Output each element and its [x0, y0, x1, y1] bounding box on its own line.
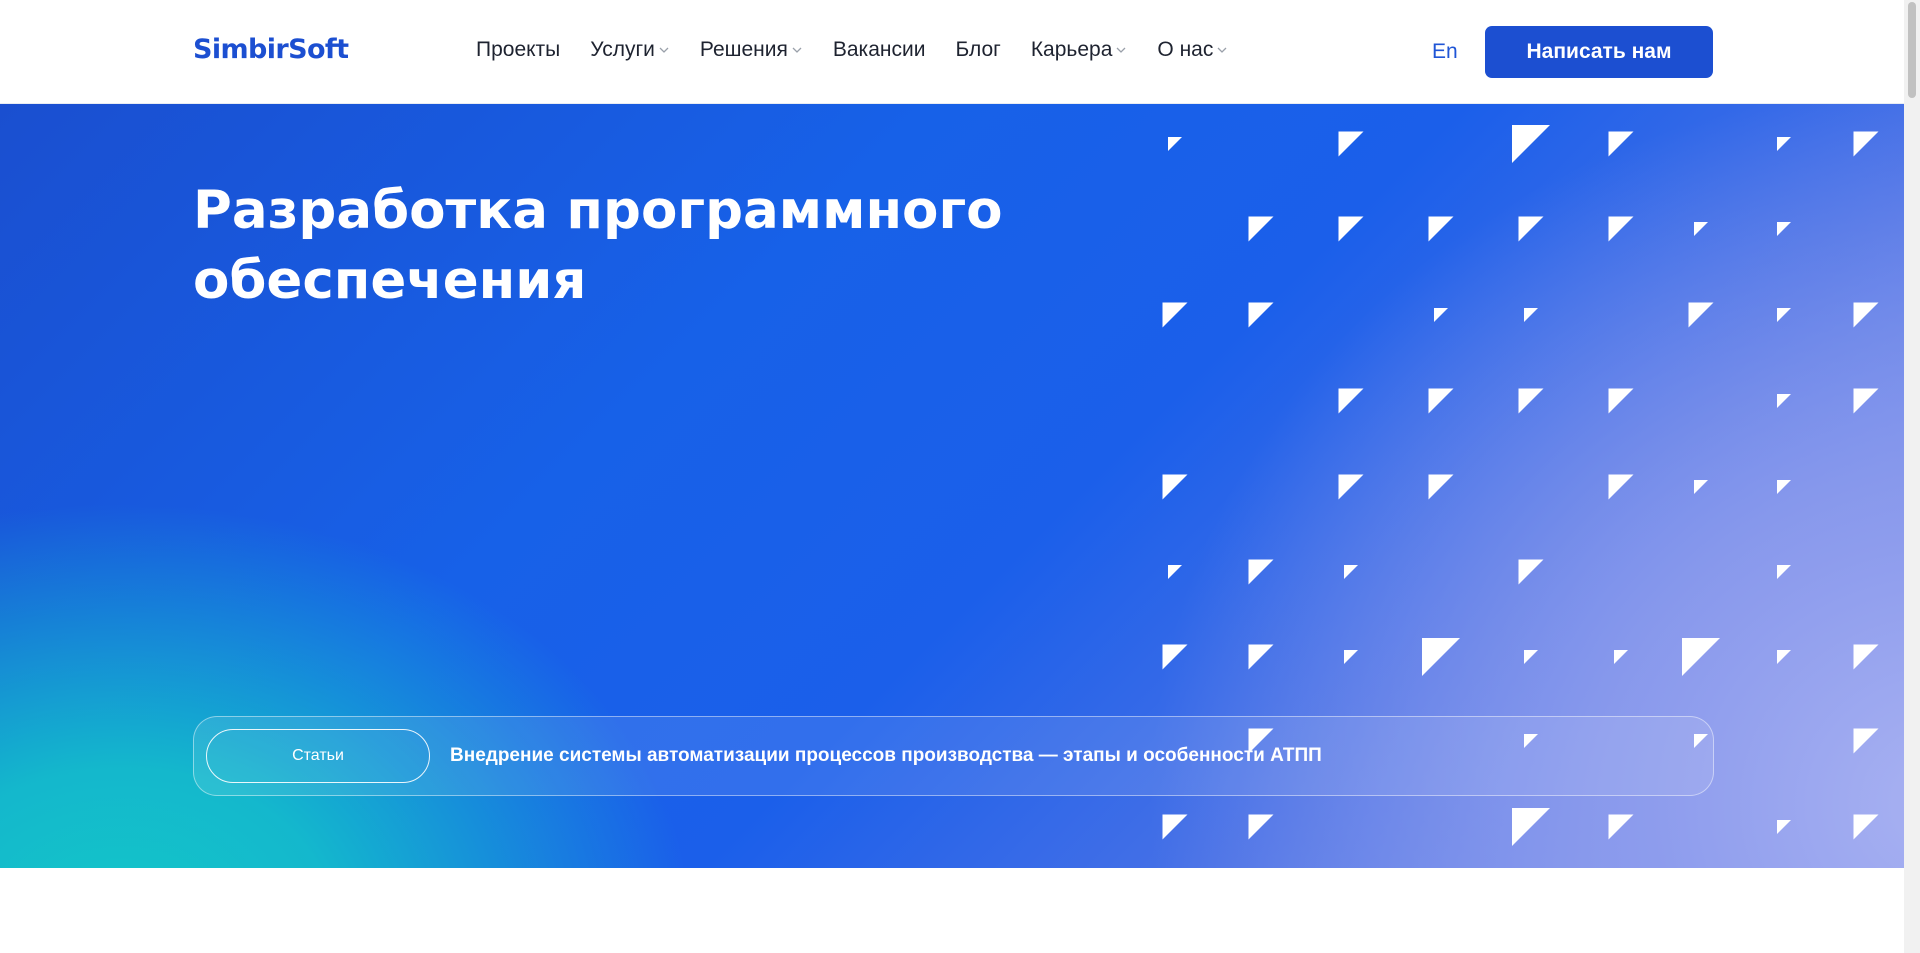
triangle-shape: [1422, 638, 1460, 676]
news-tag-button[interactable]: Статьи: [206, 729, 430, 783]
triangle-shape: [1248, 814, 1274, 840]
triangle-shape: [1694, 222, 1708, 236]
news-link[interactable]: Внедрение системы автоматизации процессо…: [450, 745, 1322, 767]
triangle-shape: [1162, 474, 1188, 500]
triangle-shape: [1608, 216, 1634, 242]
nav-item-projects[interactable]: Проекты: [476, 38, 560, 62]
triangle-shape: [1248, 644, 1274, 670]
nav-item-career[interactable]: Карьера: [1031, 38, 1128, 62]
triangle-shape: [1428, 388, 1454, 414]
triangle-shape: [1688, 302, 1714, 328]
triangle-shape: [1608, 131, 1634, 157]
nav-label: Услуги: [590, 38, 655, 61]
triangle-shape: [1512, 125, 1550, 163]
triangle-shape: [1853, 814, 1879, 840]
nav-label: Карьера: [1030, 38, 1113, 61]
nav-label: О нас: [1157, 38, 1214, 61]
nav-label: Вакансии: [832, 38, 926, 61]
triangle-shape: [1248, 559, 1274, 585]
triangle-shape: [1853, 644, 1879, 670]
triangle-shape: [1777, 394, 1791, 408]
news-bar[interactable]: Статьи Внедрение системы автоматизации п…: [193, 716, 1714, 796]
triangle-shape: [1777, 820, 1791, 834]
content-section: [0, 868, 1904, 953]
triangle-shape: [1853, 728, 1879, 754]
triangle-shape: [1777, 137, 1791, 151]
scrollbar[interactable]: [1904, 0, 1920, 953]
triangle-shape: [1344, 650, 1358, 664]
triangle-shape: [1608, 388, 1634, 414]
triangle-shape: [1608, 474, 1634, 500]
triangle-shape: [1428, 216, 1454, 242]
nav-item-blog[interactable]: Блог: [955, 38, 1000, 62]
triangle-shape: [1518, 388, 1544, 414]
title-line-2: обеспечения: [193, 250, 587, 311]
contact-us-button[interactable]: Написать нам: [1485, 26, 1713, 78]
triangle-shape: [1344, 565, 1358, 579]
nav-item-solutions[interactable]: Решения: [700, 38, 803, 62]
triangle-shape: [1777, 222, 1791, 236]
triangle-shape: [1777, 565, 1791, 579]
logo[interactable]: SimbirSoft: [193, 34, 349, 65]
triangle-shape: [1338, 131, 1364, 157]
triangle-shape: [1518, 216, 1544, 242]
triangle-shape: [1168, 137, 1182, 151]
triangle-shape: [1338, 388, 1364, 414]
nav-label: Блог: [955, 38, 1001, 61]
title-line-1: Разработка программного: [193, 180, 1003, 241]
nav-item-services[interactable]: Услуги: [590, 38, 670, 62]
triangle-shape: [1524, 308, 1538, 322]
language-switch[interactable]: En: [1432, 40, 1458, 64]
scrollbar-thumb[interactable]: [1908, 2, 1916, 98]
main-nav: Проекты Услуги Решения Вакансии Блог Кар…: [476, 38, 1258, 62]
triangle-shape: [1338, 474, 1364, 500]
triangle-shape: [1248, 302, 1274, 328]
chevron-down-icon: [1217, 47, 1227, 53]
triangle-shape: [1608, 814, 1634, 840]
triangle-shape: [1168, 565, 1182, 579]
triangle-shape: [1162, 814, 1188, 840]
hero-section: Разработка программного обеспечения Стат…: [0, 104, 1904, 868]
triangle-shape: [1853, 302, 1879, 328]
nav-item-vacancies[interactable]: Вакансии: [833, 38, 926, 62]
triangle-shape: [1162, 644, 1188, 670]
triangle-shape: [1614, 650, 1628, 664]
triangle-shape: [1853, 388, 1879, 414]
nav-label: Проекты: [476, 38, 561, 61]
triangle-shape: [1512, 808, 1550, 846]
nav-item-about[interactable]: О нас: [1157, 38, 1228, 62]
triangle-shape: [1518, 559, 1544, 585]
triangle-shape: [1248, 216, 1274, 242]
triangle-shape: [1777, 308, 1791, 322]
triangle-shape: [1853, 131, 1879, 157]
triangle-shape: [1428, 474, 1454, 500]
triangle-shape: [1434, 308, 1448, 322]
site-header: SimbirSoft Проекты Услуги Решения Ваканс…: [0, 0, 1904, 104]
triangle-shape: [1682, 638, 1720, 676]
triangle-shape: [1338, 216, 1364, 242]
triangle-shape: [1524, 650, 1538, 664]
chevron-down-icon: [1116, 47, 1126, 53]
page-title: Разработка программного обеспечения: [193, 176, 1093, 316]
triangle-shape: [1694, 480, 1708, 494]
triangle-shape: [1777, 650, 1791, 664]
triangle-shape: [1777, 480, 1791, 494]
nav-label: Решения: [699, 38, 788, 61]
chevron-down-icon: [659, 47, 669, 53]
chevron-down-icon: [792, 47, 802, 53]
triangle-shape: [1162, 302, 1188, 328]
